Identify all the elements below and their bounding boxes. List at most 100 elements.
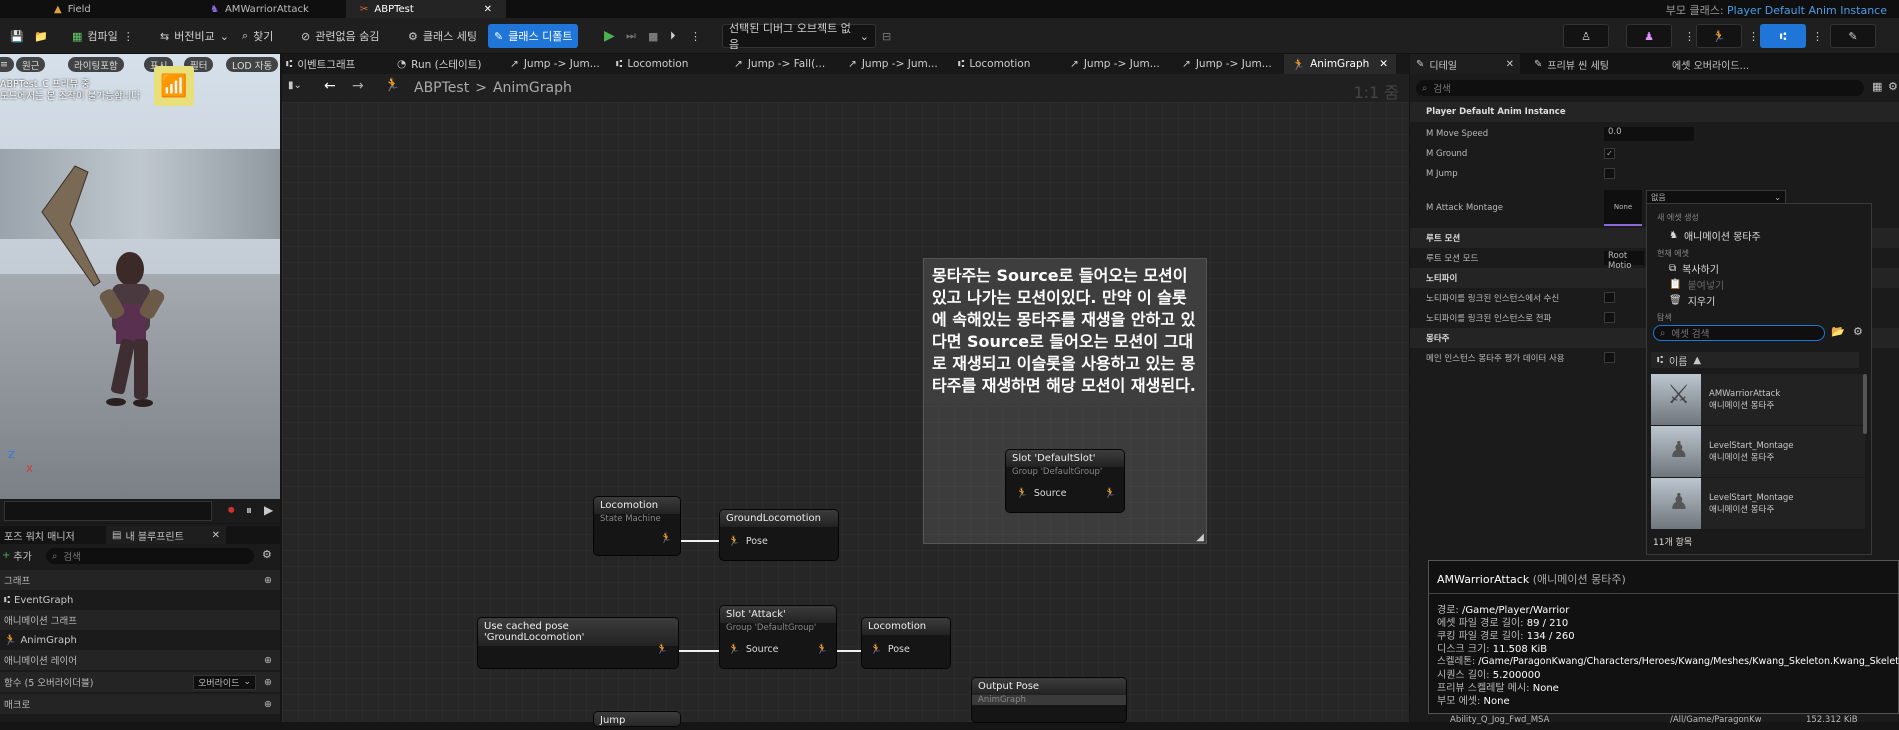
pose-pin[interactable]: 🏃 Pose	[870, 644, 910, 655]
back-arrow-icon[interactable]: ←	[324, 78, 336, 94]
physics-mode-button[interactable]: ✎	[1830, 24, 1876, 48]
asset-search-input[interactable]: ⌕ 에셋 검색	[1653, 325, 1825, 341]
slot-default-node[interactable]: Slot 'DefaultSlot' Group 'DefaultGroup' …	[1006, 450, 1124, 512]
graph-tab-locomotion[interactable]: ⑆ Locomotion	[616, 54, 688, 74]
graph-tab-transition[interactable]: ↗ Jump -> Jum...	[848, 54, 938, 74]
compile-button[interactable]: ▦ 컴파일 ⋮	[66, 24, 140, 48]
record-icon[interactable]: ⏺	[228, 503, 235, 518]
clear-item[interactable]: 🗑 지우기	[1669, 293, 1893, 308]
debug-step-icon[interactable]: ⏵	[664, 24, 682, 48]
montage-asset-dropdown[interactable]: 없음 ⌄	[1646, 190, 1786, 204]
add-circle-icon[interactable]: ⊕	[264, 677, 272, 688]
montage-eval-checkbox[interactable]	[1604, 352, 1615, 363]
pose-out-pin-icon[interactable]: 🏃	[816, 644, 828, 655]
asset-item[interactable]: ♟ LevelStart_Montage 애니메이션 몽타주	[1651, 426, 1865, 477]
pose-out-pin-icon[interactable]: 🏃	[656, 644, 668, 655]
tab-abptest[interactable]: ✂ ABPTest ✕	[346, 0, 506, 18]
stop-icon[interactable]: ■	[642, 24, 664, 48]
ground-checkbox[interactable]: ✓	[1604, 148, 1615, 159]
section-anim-layers[interactable]: 애니메이션 레이어 ⊕	[0, 650, 280, 670]
class-defaults-button[interactable]: ✎ 클래스 디폴트	[488, 24, 579, 48]
find-button[interactable]: ⌕ 찾기	[236, 24, 279, 48]
asset-item[interactable]: ♟ LevelStart_Montage 애니메이션 몽타주	[1651, 478, 1865, 529]
add-circle-icon[interactable]: ⊕	[264, 655, 272, 666]
section-player-default[interactable]: Player Default Anim Instance	[1410, 102, 1899, 122]
gear-icon[interactable]: ⚙	[1888, 80, 1898, 93]
more-icon[interactable]: ⋮	[1806, 24, 1829, 48]
graph-tab-transition[interactable]: ↗ Jump -> Jum...	[1070, 54, 1160, 74]
more-icon[interactable]: ⋮	[684, 24, 707, 48]
sort-header[interactable]: ⑆ 이름 ▲	[1651, 352, 1859, 368]
list-item-animgraph[interactable]: 🏃 AnimGraph	[0, 630, 280, 650]
pose-out-pin-icon[interactable]: 🏃	[660, 533, 672, 544]
blueprint-mode-button[interactable]: ⑆	[1760, 24, 1806, 48]
root-motion-dropdown[interactable]: Root Motio	[1604, 251, 1644, 271]
timeline-scrubber[interactable]	[4, 501, 212, 521]
add-circle-icon[interactable]: ⊕	[264, 699, 272, 710]
asset-item[interactable]: ⚔ AMWarriorAttack 애니메이션 몽타주	[1651, 374, 1865, 425]
override-dropdown[interactable]: 오버라이드 ⌄	[193, 674, 257, 690]
preview-viewport[interactable]: ≡ 원근 라이팅포함 표시 필터 LOD 자동 ABPTest_C 프리뷰 중 …	[0, 54, 280, 499]
graph-tab-eventgraph[interactable]: ⑆ 이벤트그래프	[286, 54, 355, 74]
tab-preview-scene[interactable]: ✎ 프리뷰 씬 세팅	[1534, 57, 1609, 72]
section-anim-graphs[interactable]: 애니메이션 그래프	[0, 610, 280, 630]
graph-tab-transition[interactable]: ↗ Jump -> Jum...	[1182, 54, 1272, 74]
save-icon[interactable]: 💾	[4, 24, 30, 48]
move-speed-field[interactable]: 0.0	[1604, 127, 1694, 141]
create-montage-item[interactable]: ♞ 애니메이션 몽타주	[1669, 228, 1893, 243]
mesh-mode-button[interactable]: ♟	[1626, 24, 1672, 48]
tab-my-blueprint[interactable]: ▤ 내 블루프린트 ✕	[106, 526, 226, 544]
locomotion-cache-node[interactable]: Locomotion 🏃 Pose	[862, 618, 950, 668]
folder-icon[interactable]: 📂	[1831, 325, 1845, 338]
jump-checkbox[interactable]	[1604, 168, 1615, 179]
close-icon[interactable]: ✕	[1379, 58, 1388, 70]
jump-node[interactable]: Jump	[594, 712, 680, 726]
close-icon[interactable]: ✕	[484, 4, 492, 15]
class-settings-button[interactable]: ⚙ 클래스 세팅	[402, 24, 483, 48]
tab-pose-watch[interactable]: 포즈 워치 매니저	[4, 528, 75, 543]
use-cached-pose-node[interactable]: Use cached pose 'GroundLocomotion' 🏃	[478, 618, 678, 668]
diff-button[interactable]: ⇆ 버전비교 ⌄	[154, 24, 235, 48]
details-search-input[interactable]: ⌕ 검색	[1416, 80, 1864, 96]
source-pin[interactable]: 🏃 Source	[1016, 488, 1066, 499]
locomotion-state-machine-node[interactable]: Locomotion State Machine 🏃	[594, 497, 680, 555]
step-icon[interactable]: ⏭	[620, 24, 642, 48]
skeleton-mode-button[interactable]: ♙	[1563, 24, 1609, 48]
debug-filter-icon[interactable]: ⊟	[876, 24, 897, 48]
tab-asset-override[interactable]: 에셋 오버라이드...	[1672, 57, 1749, 72]
lod-button[interactable]: LOD 자동	[226, 57, 279, 72]
graph-tab-locomotion[interactable]: ⑆ Locomotion	[958, 54, 1030, 74]
paste-item[interactable]: 📋 붙여넣기	[1669, 277, 1893, 292]
play-icon[interactable]: ▶	[264, 503, 273, 517]
graph-tab-transition[interactable]: ↗ Jump -> Fall(...	[734, 54, 825, 74]
close-icon[interactable]: ✕	[1506, 59, 1514, 70]
graph-tab-run[interactable]: ◔ Run (스테이트)	[397, 54, 481, 74]
add-button[interactable]: + 추가	[2, 548, 32, 563]
montage-thumbnail[interactable]: None	[1604, 190, 1642, 226]
anim-graph-canvas[interactable]	[282, 54, 1409, 722]
pose-out-pin-icon[interactable]: 🏃	[1104, 488, 1116, 499]
ground-locomotion-node[interactable]: GroundLocomotion 🏃 Pose	[720, 510, 838, 560]
search-input[interactable]: ⌕ 검색	[46, 548, 254, 564]
section-macros[interactable]: 매크로 ⊕	[0, 694, 280, 714]
slot-attack-node[interactable]: Slot 'Attack' Group 'DefaultGroup' 🏃 Sour…	[720, 606, 836, 668]
graph-tab-transition[interactable]: ↗ Jump -> Jum...	[510, 54, 600, 74]
scrollbar[interactable]	[1863, 374, 1867, 434]
gear-icon[interactable]: ⚙	[262, 548, 272, 561]
browse-icon[interactable]: 📁	[28, 24, 54, 48]
output-pose-node[interactable]: Output Pose AnimGraph	[972, 678, 1126, 722]
source-pin[interactable]: 🏃 Source	[728, 644, 778, 655]
hide-unrelated-button[interactable]: ⊘ 관련없음 숨김	[295, 24, 385, 48]
animation-mode-button[interactable]: 🏃	[1696, 24, 1742, 48]
close-icon[interactable]: ✕	[212, 530, 220, 541]
gear-icon[interactable]: ⚙	[1853, 325, 1863, 338]
tab-details[interactable]: ✎ 디테일 ✕	[1410, 54, 1520, 74]
play-button[interactable]: ▶	[598, 24, 621, 48]
parent-class[interactable]: 부모 클래스: Player Default Anim Instance	[1666, 2, 1887, 18]
notify-propagate-checkbox[interactable]	[1604, 312, 1615, 323]
notify-receive-checkbox[interactable]	[1604, 292, 1615, 303]
copy-item[interactable]: ⧉ 복사하기	[1669, 261, 1893, 276]
add-circle-icon[interactable]: ⊕	[264, 575, 272, 586]
list-item-eventgraph[interactable]: ⑆ EventGraph	[0, 590, 280, 610]
graph-tab-animgraph[interactable]: 🏃 AnimGraph ✕	[1284, 54, 1396, 74]
